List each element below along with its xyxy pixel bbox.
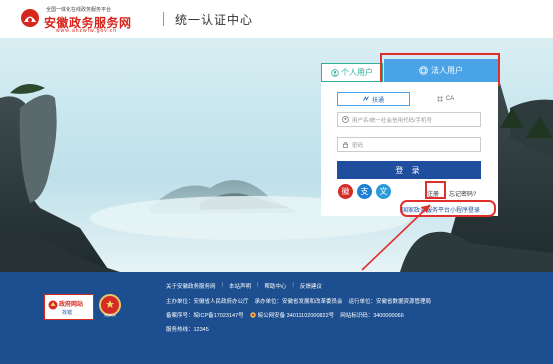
footer-org-row: 主办单位：安徽省人民政府办公厅 承办单位：安徽省发展和改革委员会 运行单位：安徽… <box>166 297 431 305</box>
footer-link-about[interactable]: 关于安徽政务服务网 <box>166 282 216 290</box>
gov-site-error-badge[interactable]: 政府网站 找错 <box>44 294 94 320</box>
badge1-subtitle: 找错 <box>62 310 73 316</box>
footer-site-id: 网站标识码：3400000066 <box>340 313 404 319</box>
footer-operator: 运行单位：安徽省数据资源管理局 <box>348 299 432 305</box>
footer-records-row: 备案序号：皖ICP备17023147号 皖公网安备 34011102000822… <box>166 311 404 319</box>
footer-police-record[interactable]: 皖公网安备 34011102000822号 <box>258 311 335 319</box>
footer-link-statement[interactable]: 本站声明 <box>229 282 251 290</box>
police-badge-icon <box>249 312 256 318</box>
footer-link-help[interactable]: 帮助中心 <box>264 282 286 290</box>
party-gov-badge[interactable]: 党政机关 <box>99 294 121 317</box>
badge2-label: 党政机关 <box>104 313 117 317</box>
footer-links: 关于安徽政务服务网 | 本站声明 | 帮助中心 | 反馈建议 <box>166 282 322 290</box>
footer-link-feedback[interactable]: 反馈建议 <box>300 282 322 290</box>
site-footer: 政府网站 找错 党政机关 关于安徽政务服务网 | 本站声明 | 帮助中心 | 反馈建议… <box>0 272 553 364</box>
footer-organizer: 承办单位：安徽省发展和改革委员会 <box>254 299 343 305</box>
footer-hotline-row: 服务热线：12345 <box>166 325 209 333</box>
footer-hotline: 服务热线：12345 <box>166 327 209 333</box>
badge1-title: 政府网站 <box>59 302 84 308</box>
footer-icp[interactable]: 备案序号：皖ICP备17023147号 <box>166 311 244 319</box>
gov-emblem-icon <box>48 300 58 310</box>
party-emblem-icon <box>106 300 114 308</box>
footer-sponsor: 主办单位：安徽省人民政府办公厅 <box>166 299 249 305</box>
